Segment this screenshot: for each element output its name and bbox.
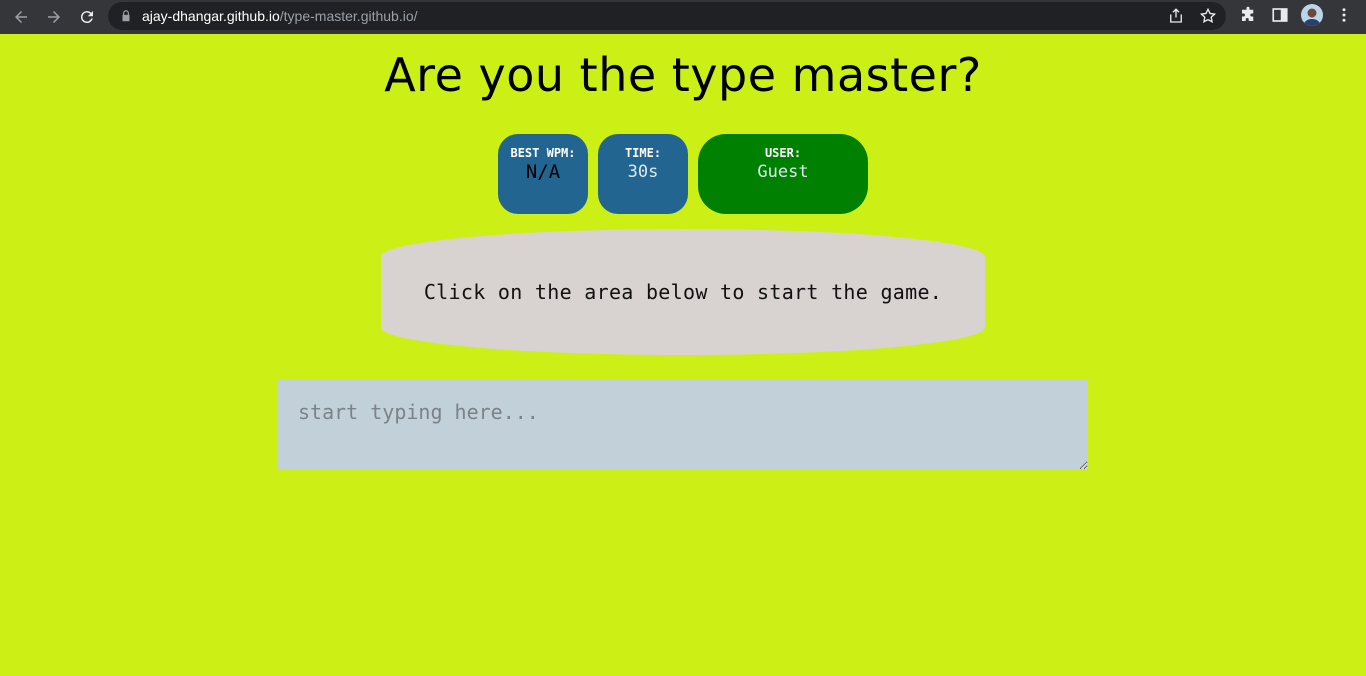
user-card: USER: Guest [698, 134, 868, 214]
time-card: TIME: 30s [598, 134, 688, 214]
url-host: ajay-dhangar.github.io [142, 8, 280, 24]
best-wpm-label: BEST WPM: [510, 146, 576, 160]
star-icon[interactable] [1199, 7, 1217, 25]
url-text: ajay-dhangar.github.io/type-master.githu… [142, 2, 418, 30]
address-bar[interactable]: ajay-dhangar.github.io/type-master.githu… [108, 2, 1226, 30]
time-label: TIME: [624, 146, 662, 160]
time-value: 30s [627, 162, 659, 182]
back-icon[interactable] [8, 4, 34, 30]
best-wpm-value: N/A [525, 161, 561, 183]
user-label: USER: [764, 146, 802, 160]
extensions-icon[interactable] [1238, 5, 1258, 25]
side-panel-icon[interactable] [1270, 5, 1290, 25]
lock-icon[interactable] [119, 9, 133, 23]
reload-icon[interactable] [74, 4, 100, 30]
forward-icon[interactable] [41, 4, 67, 30]
game-message: Click on the area below to start the gam… [423, 280, 943, 304]
game-message-box: Click on the area below to start the gam… [381, 229, 985, 355]
user-value: Guest [757, 162, 809, 182]
share-icon[interactable] [1167, 7, 1185, 25]
browser-toolbar: ajay-dhangar.github.io/type-master.githu… [0, 0, 1366, 34]
url-path: /type-master.github.io/ [279, 8, 418, 24]
avatar[interactable] [1301, 4, 1323, 26]
menu-icon[interactable] [1334, 5, 1354, 25]
best-wpm-card: BEST WPM: N/A [498, 134, 588, 214]
page-title: Are you the type master? [384, 48, 982, 102]
typing-input[interactable] [278, 380, 1088, 470]
